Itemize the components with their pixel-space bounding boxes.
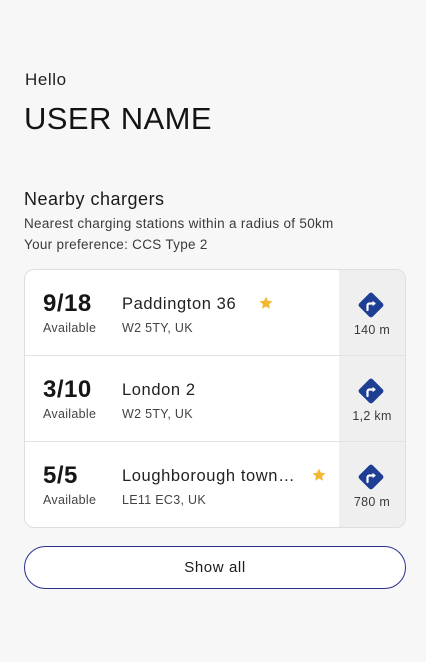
user-name: USER NAME — [24, 101, 212, 136]
star-icon[interactable] — [311, 467, 327, 483]
charger-list-item[interactable]: 5/5 Available Loughborough towncentre LE… — [25, 442, 405, 527]
station-address: LE11 EC3, UK — [122, 493, 206, 507]
directions-icon — [358, 292, 384, 318]
distance-label: 140 m — [353, 323, 391, 337]
greeting-text: Hello — [25, 70, 67, 89]
charger-list-item[interactable]: 9/18 Available Paddington 36 W2 5TY, UK … — [25, 270, 405, 356]
route-button[interactable]: 780 m — [339, 442, 405, 527]
directions-icon — [358, 378, 384, 404]
charger-list: 9/18 Available Paddington 36 W2 5TY, UK … — [24, 269, 406, 528]
route-button[interactable]: 1,2 km — [339, 356, 405, 441]
station-name: Paddington 36 — [122, 295, 237, 313]
show-all-button[interactable]: Show all — [24, 546, 406, 589]
station-address: W2 5TY, UK — [122, 407, 193, 421]
connector-preference: Your preference: CCS Type 2 — [24, 237, 208, 252]
station-address: W2 5TY, UK — [122, 321, 193, 335]
nearby-chargers-title: Nearby chargers — [24, 189, 165, 209]
station-name: Loughborough towncentre — [122, 467, 302, 485]
available-count: 9/18 — [43, 290, 92, 317]
available-count: 5/5 — [43, 462, 78, 489]
nearby-chargers-subtitle: Nearest charging stations within a radiu… — [24, 216, 334, 231]
availability-label: Available — [43, 407, 97, 421]
route-button[interactable]: 140 m — [339, 270, 405, 355]
distance-label: 780 m — [353, 495, 391, 509]
charger-list-item[interactable]: 3/10 Available London 2 W2 5TY, UK 1,2 k… — [25, 356, 405, 442]
star-icon[interactable] — [258, 295, 274, 311]
station-name: London 2 — [122, 381, 196, 399]
availability-label: Available — [43, 493, 97, 507]
home-screen: Hello USER NAME Nearby chargers Nearest … — [0, 0, 426, 662]
directions-icon — [358, 464, 384, 490]
distance-label: 1,2 km — [352, 409, 392, 423]
available-count: 3/10 — [43, 376, 92, 403]
availability-label: Available — [43, 321, 97, 335]
